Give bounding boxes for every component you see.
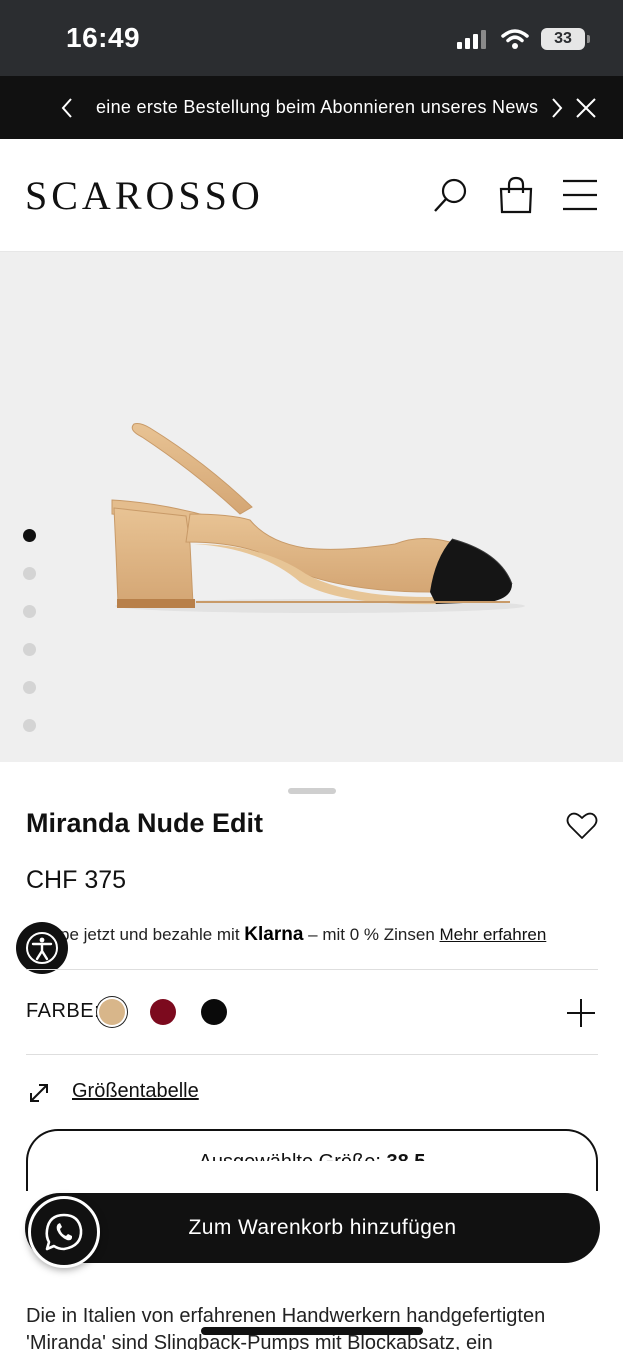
heart-icon[interactable] [566, 811, 598, 841]
chevron-right-icon[interactable] [544, 96, 568, 120]
brand-logo[interactable]: SCAROSSO [25, 172, 264, 219]
accessibility-icon[interactable] [16, 922, 68, 974]
gallery-pagination [23, 529, 36, 732]
wifi-icon [501, 29, 529, 49]
gallery-dot[interactable] [23, 605, 36, 618]
plus-icon[interactable] [566, 998, 596, 1028]
add-to-cart-label: Zum Warenkorb hinzufügen [188, 1216, 457, 1239]
product-image-gallery[interactable] [0, 252, 623, 762]
size-chart-link[interactable]: Größentabelle [72, 1080, 199, 1103]
close-icon[interactable] [574, 96, 598, 120]
klarna-more-link[interactable]: Mehr erfahren [440, 925, 547, 944]
whatsapp-icon [45, 1213, 83, 1251]
gallery-dot[interactable] [23, 681, 36, 694]
klarna-prefix: pe jetzt und bezahle mit [60, 925, 240, 944]
color-swatch-nude[interactable] [99, 999, 125, 1025]
site-header: SCAROSSO [0, 139, 623, 252]
color-label: FARBE: [26, 1000, 101, 1022]
gallery-dot[interactable] [23, 529, 36, 542]
divider [26, 1054, 598, 1055]
add-to-cart-button[interactable]: Zum Warenkorb hinzufügen [25, 1193, 600, 1263]
home-indicator[interactable] [201, 1327, 423, 1335]
gallery-dot[interactable] [23, 719, 36, 732]
status-time: 16:49 [66, 22, 141, 53]
size-select-clip: Ausgewählte Größe: 38.5 [28, 1131, 596, 1161]
size-select-value: 38.5 [386, 1151, 425, 1161]
size-select[interactable]: Ausgewählte Größe: 38.5 [26, 1129, 598, 1191]
search-icon[interactable] [431, 175, 471, 215]
accessibility-figure-icon [26, 932, 58, 964]
product-title: Miranda Nude Edit [26, 808, 264, 838]
divider [26, 969, 598, 970]
whatsapp-button[interactable] [28, 1196, 100, 1268]
klarna-brand: Klarna [244, 924, 304, 945]
cellular-signal-icon [457, 30, 486, 49]
size-select-label: Ausgewählte Größe: [199, 1151, 381, 1161]
klarna-message: pe jetzt und bezahle mit Klarna – mit 0 … [26, 924, 546, 946]
announcement-text: eine erste Bestellung beim Abonnieren un… [96, 97, 539, 117]
shopping-bag-icon[interactable] [496, 175, 536, 215]
announcement-bar: eine erste Bestellung beim Abonnieren un… [0, 76, 623, 139]
product-price: CHF 375 [26, 866, 127, 894]
product-image [111, 423, 525, 613]
chevron-left-icon[interactable] [56, 96, 80, 120]
hamburger-menu-icon[interactable] [560, 175, 600, 215]
gallery-dot[interactable] [23, 567, 36, 580]
color-swatch-black[interactable] [201, 999, 227, 1025]
size-select-text: Ausgewählte Größe: 38.5 [28, 1151, 596, 1161]
gallery-dot[interactable] [23, 643, 36, 656]
battery-icon: 33 [541, 28, 590, 50]
color-swatch-burgundy[interactable] [150, 999, 176, 1025]
resize-arrows-icon [30, 1084, 48, 1102]
status-bar: 16:49 33 [0, 0, 623, 76]
sheet-drag-handle[interactable] [288, 788, 336, 794]
status-icons: 33 [457, 28, 590, 50]
klarna-suffix: – mit 0 % Zinsen [308, 925, 435, 944]
